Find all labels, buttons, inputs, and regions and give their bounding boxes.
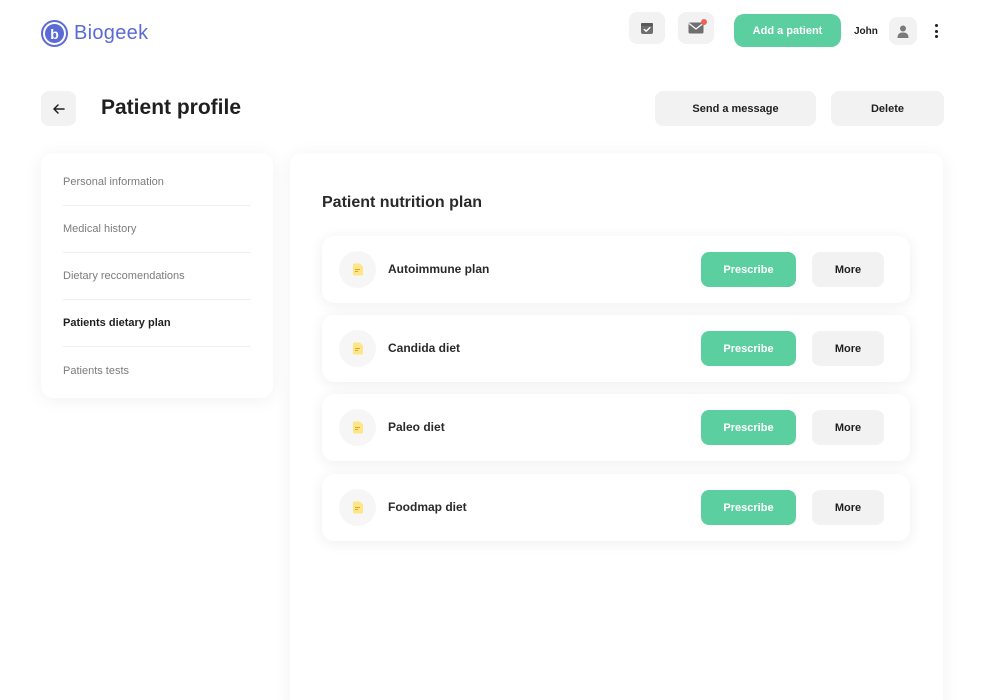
- sidebar-item-patients-tests[interactable]: Patients tests: [63, 347, 251, 394]
- prescribe-button[interactable]: Prescribe: [701, 490, 796, 525]
- plan-icon-wrap: [339, 330, 376, 367]
- more-button[interactable]: More: [812, 331, 884, 366]
- logo-icon: b: [41, 20, 68, 47]
- plan-icon-wrap: [339, 409, 376, 446]
- section-title: Patient nutrition plan: [322, 194, 482, 211]
- logo-letter: b: [45, 24, 64, 43]
- plan-name: Candida diet: [388, 341, 461, 355]
- add-patient-button[interactable]: Add a patient: [734, 14, 841, 47]
- send-message-button[interactable]: Send a message: [655, 91, 816, 126]
- note-icon: [352, 263, 363, 276]
- calendar-button[interactable]: [629, 12, 665, 44]
- brand-logo[interactable]: b Biogeek: [41, 20, 148, 47]
- more-button[interactable]: More: [812, 252, 884, 287]
- brand-name: Biogeek: [74, 22, 149, 44]
- sidebar-item-patients-dietary-plan[interactable]: Patients dietary plan: [63, 300, 251, 347]
- kebab-menu-icon[interactable]: [930, 22, 942, 40]
- back-button[interactable]: [41, 91, 76, 126]
- note-icon: [352, 421, 363, 434]
- arrow-left-icon: [52, 103, 65, 114]
- profile-sidebar: Personal information Medical history Die…: [41, 153, 273, 398]
- plan-name: Autoimmune plan: [388, 262, 490, 276]
- plan-name: Foodmap diet: [388, 500, 467, 514]
- more-button[interactable]: More: [812, 490, 884, 525]
- nutrition-plan-panel: Patient nutrition plan Autoimmune plan P…: [290, 153, 943, 700]
- sidebar-item-medical-history[interactable]: Medical history: [63, 206, 251, 253]
- plan-icon-wrap: [339, 489, 376, 526]
- plan-card-paleo: Paleo diet Prescribe More: [322, 394, 910, 461]
- avatar[interactable]: [889, 17, 917, 45]
- more-button[interactable]: More: [812, 410, 884, 445]
- plan-name: Paleo diet: [388, 420, 445, 434]
- prescribe-button[interactable]: Prescribe: [701, 410, 796, 445]
- sidebar-item-personal-information[interactable]: Personal information: [63, 159, 251, 206]
- plan-card-foodmap: Foodmap diet Prescribe More: [322, 474, 910, 541]
- calendar-check-icon: [641, 23, 653, 34]
- user-name: John: [854, 26, 878, 37]
- plan-card-candida: Candida diet Prescribe More: [322, 315, 910, 382]
- note-icon: [352, 501, 363, 514]
- prescribe-button[interactable]: Prescribe: [701, 252, 796, 287]
- note-icon: [352, 342, 363, 355]
- user-icon: [897, 25, 909, 38]
- page-title: Patient profile: [101, 96, 242, 119]
- notification-dot: [701, 19, 707, 25]
- plan-icon-wrap: [339, 251, 376, 288]
- plan-card-autoimmune: Autoimmune plan Prescribe More: [322, 236, 910, 303]
- sidebar-item-dietary-recommendations[interactable]: Dietary reccomendations: [63, 253, 251, 300]
- messages-button[interactable]: [678, 12, 714, 44]
- prescribe-button[interactable]: Prescribe: [701, 331, 796, 366]
- delete-button[interactable]: Delete: [831, 91, 944, 126]
